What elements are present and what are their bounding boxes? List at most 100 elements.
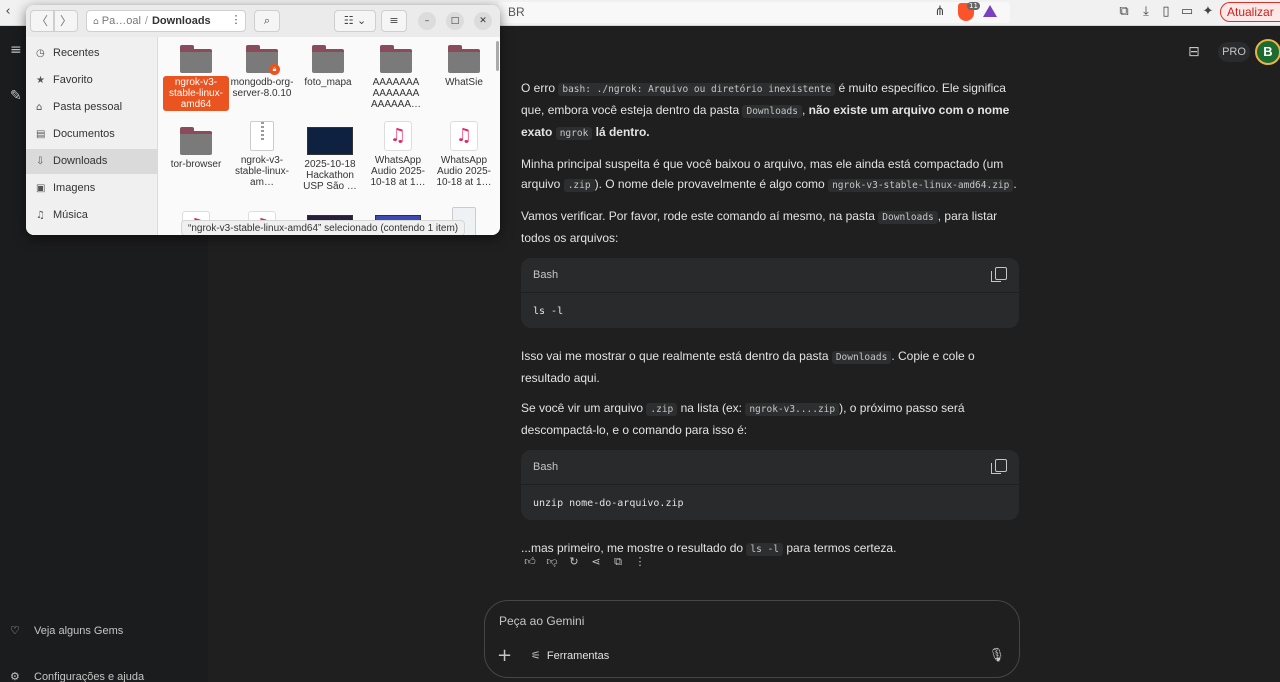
file-item[interactable]: 🔒︎ mongodb-org-server-8.0.10 bbox=[229, 45, 295, 100]
gem-sparkle-icon: ♡ bbox=[10, 624, 20, 637]
code-content: ls -l bbox=[521, 292, 1019, 328]
file-item[interactable]: WhatSie bbox=[431, 45, 497, 89]
paragraph-5: Se você vir um arquivo .zip na lista (ex… bbox=[521, 398, 1019, 440]
brave-rewards-icon[interactable] bbox=[983, 5, 997, 17]
place-musica[interactable]: ♫ Música bbox=[26, 203, 158, 228]
place-imagens[interactable]: ▣ Imagens bbox=[26, 176, 158, 201]
folder-icon bbox=[380, 45, 412, 73]
regenerate-icon[interactable]: ↻ bbox=[565, 555, 583, 568]
image-thumbnail bbox=[307, 127, 353, 155]
search-icon[interactable]: ⌕ bbox=[254, 10, 280, 32]
back-arrow-icon[interactable]: ‹ bbox=[0, 4, 16, 20]
file-item[interactable]: foto_mapa bbox=[295, 45, 361, 89]
file-item[interactable]: ngrok-v3-stable-linux-am… bbox=[229, 121, 295, 189]
folder-icon bbox=[180, 45, 212, 73]
view-options-button[interactable]: ☷ ⌄ bbox=[334, 10, 376, 32]
text: Se você vir um arquivo bbox=[521, 401, 647, 415]
place-downloads[interactable]: ⇩ Downloads bbox=[26, 149, 158, 174]
locked-folder-icon: 🔒︎ bbox=[246, 45, 280, 75]
place-label: Música bbox=[53, 209, 88, 221]
inline-code: Downloads bbox=[742, 105, 802, 118]
microphone-icon[interactable]: 🎙︎ bbox=[988, 648, 1005, 663]
share-icon[interactable]: ⋖ bbox=[587, 555, 605, 568]
text: na lista (ex: bbox=[677, 401, 746, 415]
file-item[interactable]: ♫ WhatsApp Audio 2025-10-18 at 1… bbox=[431, 121, 497, 189]
inline-code: bash: ./ngrok: Arquivo ou diretório inex… bbox=[558, 83, 836, 96]
paragraph-3: Vamos verificar. Por favor, rode este co… bbox=[521, 206, 1019, 248]
text: Isso vai me mostrar o que realmente está… bbox=[521, 349, 832, 363]
paragraph-2: Minha principal suspeita é que você baix… bbox=[521, 154, 1019, 196]
update-button[interactable]: Atualizar bbox=[1220, 2, 1280, 22]
temporary-chat-icon[interactable]: ⊟ bbox=[1188, 44, 1204, 60]
thumbs-down-icon[interactable]: 👎︎ bbox=[543, 555, 561, 568]
tools-button[interactable]: ⚟ Ferramentas bbox=[531, 649, 609, 662]
inline-code: .zip bbox=[563, 179, 595, 192]
file-item[interactable]: AAAAAAA AAAAAAA AAAAAA… bbox=[363, 45, 429, 111]
brave-count-badge: 11 bbox=[967, 2, 980, 10]
tools-label: Ferramentas bbox=[546, 650, 610, 662]
more-options-icon[interactable]: ⋮ bbox=[631, 555, 649, 568]
file-item[interactable]: tor-browser bbox=[163, 127, 229, 171]
copy-icon[interactable] bbox=[991, 459, 1007, 474]
file-name: foto_mapa bbox=[304, 77, 352, 88]
inline-code: Downloads bbox=[878, 211, 938, 224]
back-button[interactable]: 〈 bbox=[30, 10, 54, 32]
download-icon: ⇩ bbox=[36, 156, 45, 167]
zip-file-icon bbox=[250, 121, 274, 151]
scrollbar[interactable] bbox=[496, 41, 499, 71]
prompt-placeholder: Peça ao Gemini bbox=[499, 614, 585, 628]
path-current[interactable]: Downloads bbox=[152, 15, 211, 27]
menu-icon[interactable]: ≡ bbox=[10, 42, 22, 58]
settings-link[interactable]: ⚙ Configurações e ajuda bbox=[10, 670, 144, 682]
wallet-icon[interactable]: ▭ bbox=[1179, 4, 1195, 20]
path-bar[interactable]: ⌂ Pa…oal / Downloads bbox=[86, 10, 246, 32]
download-icon[interactable]: ⤓ bbox=[1138, 4, 1154, 20]
place-documentos[interactable]: ▤ Documentos bbox=[26, 122, 158, 147]
place-recentes[interactable]: ◷ Recentes bbox=[26, 41, 158, 66]
response-message: O erro bash: ./ngrok: Arquivo ou diretór… bbox=[521, 78, 1019, 570]
status-bar: “ngrok-v3-stable-linux-amd64” selecionad… bbox=[181, 220, 466, 235]
copy-icon[interactable] bbox=[991, 267, 1007, 282]
extensions-icon[interactable]: ⧉ bbox=[1116, 4, 1132, 20]
gems-link[interactable]: ♡ Veja alguns Gems bbox=[10, 624, 123, 637]
file-item[interactable]: ♫ WhatsApp Audio 2025-10-18 at 1… bbox=[365, 121, 431, 189]
bold-text: lá dentro. bbox=[592, 125, 650, 139]
path-menu-icon[interactable]: ⋮ bbox=[226, 10, 246, 32]
inline-code: .zip bbox=[646, 403, 678, 416]
place-favorito[interactable]: ★ Favorito bbox=[26, 68, 158, 93]
forward-button[interactable]: 〉 bbox=[54, 10, 78, 32]
add-icon[interactable]: + bbox=[497, 645, 512, 666]
code-block-header: Bash bbox=[521, 258, 1019, 292]
inline-code: ngrok-v3-stable-linux-amd64.zip bbox=[828, 179, 1014, 192]
place-label: Recentes bbox=[53, 47, 100, 59]
new-chat-icon[interactable]: ✎ bbox=[10, 88, 22, 104]
share-icon[interactable]: ⋔ bbox=[932, 4, 948, 20]
thumbs-up-icon[interactable]: 👍︎ bbox=[521, 555, 539, 568]
file-name: 2025-10-18 Hackathon USP São … bbox=[303, 159, 357, 192]
maximize-icon[interactable]: □ bbox=[446, 12, 464, 30]
copy-icon[interactable]: ⧉ bbox=[609, 555, 627, 569]
file-name: AAAAAAA AAAAAAA AAAAAA… bbox=[370, 77, 422, 110]
file-manager-window: 〈 〉 ⌂ Pa…oal / Downloads ⋮ ⌕ ☷ ⌄ ≡ – □ ✕ ◷… bbox=[26, 5, 500, 235]
code-language: Bash bbox=[533, 461, 559, 473]
avatar[interactable]: B bbox=[1255, 39, 1280, 65]
file-name: WhatSie bbox=[445, 77, 483, 88]
place-pasta-pessoal[interactable]: ⌂ Pasta pessoal bbox=[26, 95, 158, 120]
place-label: Pasta pessoal bbox=[53, 101, 123, 113]
place-label: Downloads bbox=[53, 155, 108, 167]
file-item[interactable]: 2025-10-18 Hackathon USP São … bbox=[297, 127, 363, 193]
pro-badge[interactable]: PRO bbox=[1218, 42, 1250, 62]
main-menu-icon[interactable]: ≡ bbox=[381, 10, 407, 32]
leo-ai-icon[interactable]: ✦ bbox=[1200, 4, 1216, 20]
path-crumb[interactable]: Pa…oal bbox=[102, 15, 141, 27]
sidebar-toggle-icon[interactable]: ▯ bbox=[1158, 4, 1174, 20]
code-block-header: Bash bbox=[521, 450, 1019, 484]
prompt-input[interactable]: Peça ao Gemini + ⚟ Ferramentas 🎙︎ bbox=[484, 600, 1020, 678]
place-label: Imagens bbox=[53, 182, 96, 194]
file-name: WhatsApp Audio 2025-10-18 at 1… bbox=[436, 155, 492, 188]
inline-code: Downloads bbox=[831, 351, 892, 364]
text: para termos certeza. bbox=[783, 541, 897, 555]
minimize-icon[interactable]: – bbox=[418, 12, 436, 30]
close-icon[interactable]: ✕ bbox=[474, 12, 492, 30]
file-item[interactable]: ngrok-v3-stable-linux-amd64 bbox=[163, 45, 229, 111]
